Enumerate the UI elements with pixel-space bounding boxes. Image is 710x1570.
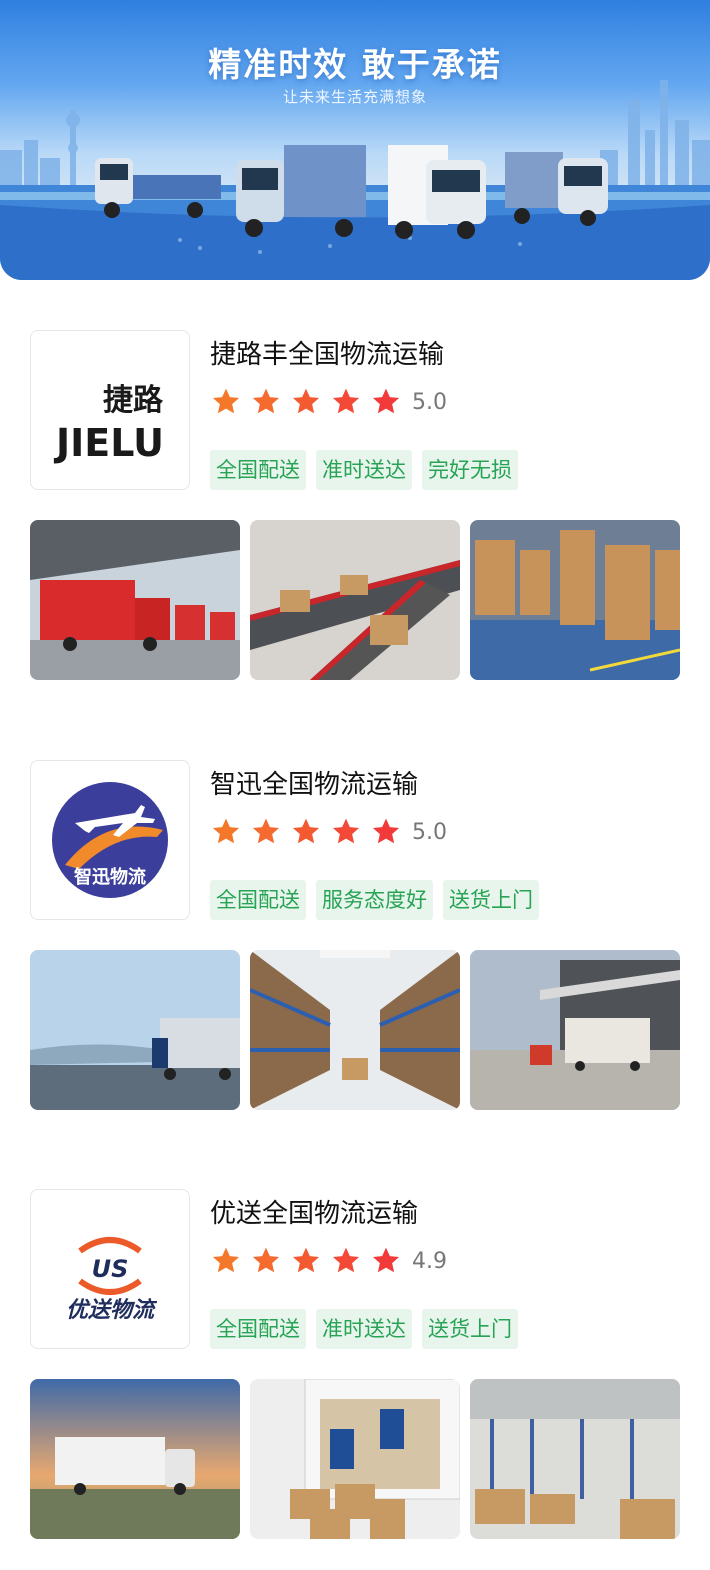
tag: 送货上门 <box>443 880 539 920</box>
star-icon <box>252 818 280 844</box>
tag: 完好无损 <box>422 450 518 490</box>
logo-cn-text: 智迅物流 <box>74 866 146 888</box>
company-card-zhixun[interactable]: 智迅物流 智迅全国物流运输 5.0 全国配送 服务态度好 送货上门 <box>0 760 710 1120</box>
logo-cn-text: 捷路 <box>103 383 164 418</box>
star-icon <box>332 1247 360 1273</box>
tag: 服务态度好 <box>316 880 433 920</box>
truck-highway-photo <box>30 950 240 1110</box>
star-icon <box>212 388 240 414</box>
company-name[interactable]: 捷路丰全国物流运输 <box>210 334 444 371</box>
photo-gallery <box>30 1379 690 1539</box>
truck-warehouse-photo <box>470 950 680 1110</box>
rating-score: 4.9 <box>412 1248 447 1274</box>
rating: 4.9 <box>210 1245 447 1277</box>
photo-thumbnail[interactable] <box>30 1379 240 1539</box>
photo-gallery <box>30 950 690 1110</box>
photo-thumbnail[interactable] <box>30 950 240 1110</box>
tag-list: 全国配送 准时送达 完好无损 <box>210 450 528 490</box>
tag: 全国配送 <box>210 1309 306 1349</box>
company-logo[interactable]: 捷路 JIELU <box>30 330 190 490</box>
hero-banner[interactable]: 精准时效 敢于承诺 让未来生活充满想象 <box>0 0 710 280</box>
photo-thumbnail[interactable] <box>470 1379 680 1539</box>
star-icon <box>292 1247 320 1273</box>
banner-subtitle: 让未来生活充满想象 <box>282 88 427 106</box>
company-name[interactable]: 智迅全国物流运输 <box>210 764 418 801</box>
tag-list: 全国配送 服务态度好 送货上门 <box>210 880 549 920</box>
tag: 全国配送 <box>210 450 306 490</box>
star-icon <box>292 818 320 844</box>
tag-list: 全国配送 准时送达 送货上门 <box>210 1309 528 1349</box>
star-icon <box>372 1247 400 1273</box>
logo-en-text: JIELU <box>53 421 164 465</box>
star-icon <box>252 1247 280 1273</box>
logo-cn-text: 优送物流 <box>66 1298 158 1323</box>
rating: 5.0 <box>210 816 447 848</box>
star-icon <box>332 388 360 414</box>
photo-thumbnail[interactable] <box>30 520 240 680</box>
photo-thumbnail[interactable] <box>470 520 680 680</box>
tag: 准时送达 <box>316 450 412 490</box>
star-icon <box>292 388 320 414</box>
warehouse-aisle-photo <box>250 950 460 1110</box>
star-icon <box>212 1247 240 1273</box>
photo-gallery <box>30 520 690 680</box>
star-icon <box>372 388 400 414</box>
tag: 准时送达 <box>316 1309 412 1349</box>
red-trucks-photo <box>30 520 240 680</box>
star-icon <box>372 818 400 844</box>
rating-score: 5.0 <box>412 389 447 415</box>
white-truck-photo <box>30 1379 240 1539</box>
tag: 送货上门 <box>422 1309 518 1349</box>
warehouse-boxes-photo <box>470 1379 680 1539</box>
banner-title: 精准时效 敢于承诺 <box>208 45 502 84</box>
warehouse-pallets-photo <box>470 520 680 680</box>
photo-thumbnail[interactable] <box>250 1379 460 1539</box>
company-logo[interactable]: US 优送物流 <box>30 1189 190 1349</box>
rating-score: 5.0 <box>412 819 447 845</box>
photo-thumbnail[interactable] <box>250 950 460 1110</box>
rating: 5.0 <box>210 386 447 418</box>
van-delivery-photo <box>250 1379 460 1539</box>
jielu-logo-icon: 捷路 JIELU <box>53 383 164 465</box>
company-name[interactable]: 优送全国物流运输 <box>210 1193 418 1230</box>
star-icon <box>252 388 280 414</box>
logo-en-text: US <box>92 1255 129 1283</box>
star-icon <box>332 818 360 844</box>
photo-thumbnail[interactable] <box>470 950 680 1110</box>
photo-thumbnail[interactable] <box>250 520 460 680</box>
star-icon <box>212 818 240 844</box>
company-card-jielu[interactable]: 捷路 JIELU 捷路丰全国物流运输 5.0 全国配送 准时送达 完好无损 <box>0 330 710 690</box>
yousong-logo-icon: US 优送物流 <box>66 1237 158 1323</box>
zhixun-logo-icon: 智迅物流 <box>52 782 168 898</box>
company-logo[interactable]: 智迅物流 <box>30 760 190 920</box>
company-card-yousong[interactable]: US 优送物流 优送全国物流运输 4.9 全国配送 准时送达 送货上门 <box>0 1189 710 1549</box>
conveyor-photo <box>250 520 460 680</box>
tag: 全国配送 <box>210 880 306 920</box>
